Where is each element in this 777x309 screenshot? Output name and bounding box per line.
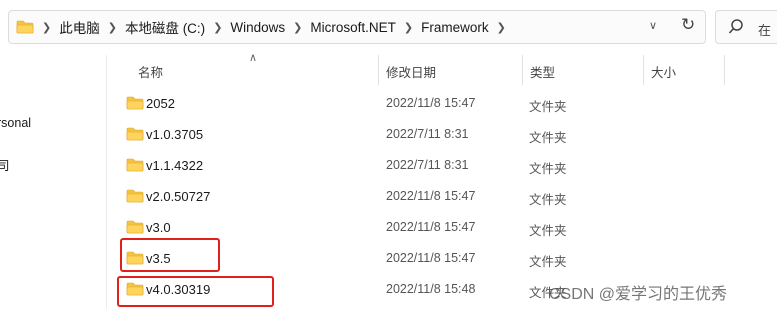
folder-icon xyxy=(126,96,144,110)
watermark: CSDN @爱学习的王优秀 xyxy=(549,286,728,303)
chevron-right-icon: ❯ xyxy=(293,21,303,34)
chevron-right-icon: ❯ xyxy=(42,21,52,34)
folder-icon xyxy=(16,20,34,34)
file-row-v1-1[interactable]: v1.1.4322 2022/7/11 8:31 文件夹 xyxy=(120,150,777,181)
file-type: 文件夹 xyxy=(529,255,567,269)
breadcrumb-local-disk[interactable]: 本地磁盘 (C:) xyxy=(125,17,205,37)
nav-divider xyxy=(106,55,107,309)
folder-icon xyxy=(126,189,144,203)
search-icon xyxy=(728,19,743,34)
file-name[interactable]: v4.0.30319 xyxy=(146,282,210,297)
file-modified: 2022/11/8 15:47 xyxy=(386,251,476,265)
search-box[interactable]: 在 xyxy=(715,10,777,44)
breadcrumb-framework[interactable]: Framework xyxy=(421,20,489,35)
file-name[interactable]: v3.5 xyxy=(146,251,171,266)
file-modified: 2022/11/8 15:48 xyxy=(386,282,476,296)
file-name[interactable]: v1.0.3705 xyxy=(146,127,203,142)
file-modified: 2022/7/11 8:31 xyxy=(386,127,469,141)
file-row-v1-0[interactable]: v1.0.3705 2022/7/11 8:31 文件夹 xyxy=(120,119,777,150)
sort-up-icon: ∧ xyxy=(249,52,258,64)
address-bar[interactable]: ❯ 此电脑 ❯ 本地磁盘 (C:) ❯ Windows ❯ Microsoft.… xyxy=(8,10,706,44)
folder-icon xyxy=(126,251,144,265)
breadcrumb-microsoft-net[interactable]: Microsoft.NET xyxy=(310,20,396,35)
column-divider[interactable] xyxy=(724,55,725,85)
chevron-right-icon: ❯ xyxy=(107,21,117,34)
refresh-icon[interactable]: ↻ xyxy=(681,15,695,35)
file-type: 文件夹 xyxy=(529,100,567,114)
folder-icon xyxy=(126,220,144,234)
file-modified: 2022/11/8 15:47 xyxy=(386,220,476,234)
column-divider[interactable] xyxy=(643,55,644,85)
folder-icon xyxy=(126,127,144,141)
chevron-right-icon: ❯ xyxy=(213,21,223,34)
file-type: 文件夹 xyxy=(529,193,567,207)
file-type: 文件夹 xyxy=(529,162,567,176)
nav-item-personal[interactable]: rsonal xyxy=(0,116,31,130)
file-row-2052[interactable]: 2052 2022/11/8 15:47 文件夹 xyxy=(120,88,777,119)
column-header-name[interactable]: 名称 xyxy=(138,62,163,81)
file-row-v2-0[interactable]: v2.0.50727 2022/11/8 15:47 文件夹 xyxy=(120,181,777,212)
nav-item-company[interactable]: 司 xyxy=(0,155,10,174)
chevron-right-icon: ❯ xyxy=(403,21,414,34)
column-divider[interactable] xyxy=(522,55,523,85)
search-input[interactable]: 在 xyxy=(758,20,771,39)
breadcrumb-this-pc[interactable]: 此电脑 xyxy=(59,17,100,37)
file-type: 文件夹 xyxy=(529,131,567,145)
column-header-size[interactable]: 大小 xyxy=(651,62,676,81)
folder-icon xyxy=(126,158,144,172)
file-name[interactable]: v1.1.4322 xyxy=(146,158,203,173)
chevron-right-icon: ❯ xyxy=(496,21,506,34)
column-divider[interactable] xyxy=(378,55,379,85)
folder-icon xyxy=(126,282,144,296)
file-name[interactable]: v2.0.50727 xyxy=(146,189,210,204)
breadcrumb-windows[interactable]: Windows xyxy=(230,20,285,35)
chevron-down-icon[interactable]: ∨ xyxy=(649,19,657,32)
file-name[interactable]: 2052 xyxy=(146,96,175,111)
file-row-v3-0[interactable]: v3.0 2022/11/8 15:47 文件夹 xyxy=(120,212,777,243)
column-header-type[interactable]: 类型 xyxy=(530,62,555,81)
file-modified: 2022/7/11 8:31 xyxy=(386,158,469,172)
file-row-v3-5[interactable]: v3.5 2022/11/8 15:47 文件夹 xyxy=(120,243,777,274)
file-name[interactable]: v3.0 xyxy=(146,220,171,235)
file-modified: 2022/11/8 15:47 xyxy=(386,189,476,203)
column-header-modified[interactable]: 修改日期 xyxy=(386,62,436,81)
file-modified: 2022/11/8 15:47 xyxy=(386,96,476,110)
file-type: 文件夹 xyxy=(529,224,567,238)
